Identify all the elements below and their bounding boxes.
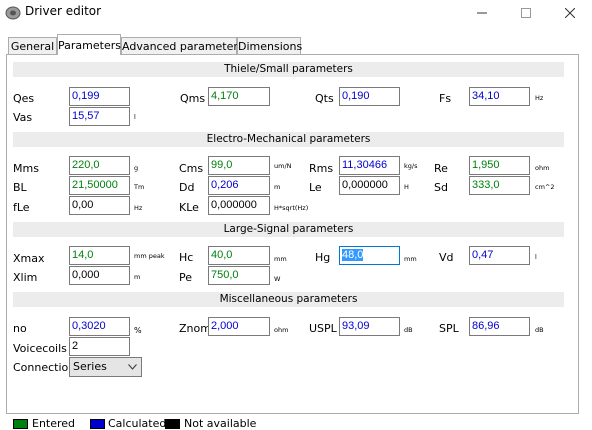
cms-label: Cms bbox=[179, 162, 204, 175]
dd-unit: m bbox=[274, 183, 281, 191]
fs-label: Fs bbox=[439, 92, 452, 105]
close-icon bbox=[565, 8, 575, 18]
vas-label: Vas bbox=[13, 111, 33, 124]
pe-label: Pe bbox=[179, 271, 193, 284]
minimize-icon bbox=[477, 12, 487, 14]
speaker-icon bbox=[5, 5, 21, 20]
voicecoils-field[interactable]: 2 bbox=[69, 337, 130, 356]
znom-unit: ohm bbox=[274, 326, 289, 334]
rms-field[interactable]: 11,30466 bbox=[339, 156, 400, 175]
fs-field[interactable]: 34,10 bbox=[469, 87, 530, 106]
vas-field[interactable]: 15,57 bbox=[69, 107, 130, 126]
sd-field[interactable]: 333,0 bbox=[469, 176, 530, 195]
kle-label: KLe bbox=[179, 201, 199, 214]
fle-unit: Hz bbox=[134, 204, 143, 212]
no-field[interactable]: 0,3020 bbox=[69, 317, 130, 336]
vas-unit: l bbox=[134, 113, 136, 121]
hc-field[interactable]: 40,0 bbox=[208, 246, 270, 265]
sd-unit: cm^2 bbox=[535, 183, 555, 191]
spl-label: SPL bbox=[439, 322, 459, 335]
section-miscellaneous: Miscellaneous parameters bbox=[13, 292, 564, 307]
qes-label: Qes bbox=[13, 92, 35, 105]
qms-label: Qms bbox=[180, 92, 206, 105]
hg-field[interactable]: 48,0 bbox=[339, 246, 400, 265]
cms-field[interactable]: 99,0 bbox=[208, 156, 270, 175]
xmax-unit: mm peak bbox=[134, 252, 165, 260]
qts-label: Qts bbox=[315, 92, 334, 105]
znom-label: Znom bbox=[179, 322, 211, 335]
hc-label: Hc bbox=[179, 251, 194, 264]
connection-select[interactable]: Series bbox=[69, 357, 142, 377]
uspl-label: USPL bbox=[309, 322, 337, 335]
hg-label: Hg bbox=[315, 251, 331, 264]
le-field[interactable]: 0,000000 bbox=[339, 176, 400, 195]
fle-label: fLe bbox=[13, 201, 30, 214]
bl-field[interactable]: 21,50000 bbox=[69, 176, 130, 195]
tab-general[interactable]: General bbox=[8, 37, 57, 54]
dd-label: Dd bbox=[179, 181, 195, 194]
pe-field[interactable]: 750,0 bbox=[208, 266, 270, 285]
xlim-field[interactable]: 0,000 bbox=[69, 266, 130, 285]
fs-unit: Hz bbox=[535, 94, 544, 102]
tab-parameters[interactable]: Parameters bbox=[57, 34, 121, 55]
no-unit: % bbox=[134, 326, 142, 335]
qms-field[interactable]: 4,170 bbox=[208, 87, 270, 106]
close-button[interactable] bbox=[548, 0, 592, 26]
maximize-button[interactable] bbox=[504, 0, 548, 26]
chevron-down-icon bbox=[128, 364, 137, 370]
uspl-unit: dB bbox=[404, 326, 413, 334]
section-electro-mechanical: Electro-Mechanical parameters bbox=[13, 132, 564, 147]
cms-unit: um/N bbox=[274, 162, 292, 170]
znom-field[interactable]: 2,000 bbox=[208, 317, 270, 336]
spl-field[interactable]: 86,96 bbox=[469, 317, 530, 336]
vd-field[interactable]: 0,47 bbox=[469, 246, 530, 265]
spl-unit: dB bbox=[535, 326, 544, 334]
qts-field[interactable]: 0,190 bbox=[339, 87, 400, 106]
re-label: Re bbox=[434, 162, 448, 175]
minimize-button[interactable] bbox=[460, 0, 504, 26]
hc-unit: mm bbox=[274, 255, 287, 263]
le-label: Le bbox=[309, 181, 322, 194]
hg-unit: mm bbox=[404, 255, 417, 263]
tab-advanced-parameters[interactable]: Advanced parameters bbox=[121, 37, 244, 54]
fle-field[interactable]: 0,00 bbox=[69, 196, 130, 215]
section-thiele-small: Thiele/Small parameters bbox=[13, 62, 564, 77]
kle-unit: H*sqrt(Hz) bbox=[274, 204, 309, 212]
xmax-label: Xmax bbox=[13, 252, 45, 265]
sd-label: Sd bbox=[434, 181, 448, 194]
xmax-field[interactable]: 14,0 bbox=[69, 246, 130, 265]
voicecoils-label: Voicecoils bbox=[13, 342, 67, 355]
re-unit: ohm bbox=[535, 164, 550, 172]
qes-field[interactable]: 0,199 bbox=[69, 87, 130, 106]
le-unit: H bbox=[404, 183, 409, 191]
bl-label: BL bbox=[13, 181, 27, 194]
bl-unit: Tm bbox=[134, 183, 145, 191]
no-label: no bbox=[13, 322, 27, 335]
connection-select-value: Series bbox=[73, 360, 107, 373]
mms-label: Mms bbox=[13, 162, 39, 175]
legend-not-available-swatch bbox=[165, 419, 180, 429]
tab-dimensions[interactable]: Dimensions bbox=[237, 37, 302, 54]
vd-unit: l bbox=[535, 253, 537, 261]
vd-label: Vd bbox=[439, 251, 454, 264]
dd-field[interactable]: 0,206 bbox=[208, 176, 270, 195]
maximize-icon bbox=[521, 8, 531, 18]
legend-calculated-swatch bbox=[90, 419, 105, 429]
xlim-label: Xlim bbox=[13, 271, 38, 284]
mms-field[interactable]: 220,0 bbox=[69, 156, 130, 175]
uspl-field[interactable]: 93,09 bbox=[339, 317, 400, 336]
rms-label: Rms bbox=[309, 162, 334, 175]
mms-unit: g bbox=[134, 164, 139, 172]
kle-field[interactable]: 0,000000 bbox=[208, 196, 270, 215]
section-large-signal: Large-Signal parameters bbox=[13, 222, 564, 237]
window-title: Driver editor bbox=[25, 4, 102, 18]
pe-unit: W bbox=[274, 275, 281, 283]
hg-field-selected-text: 48,0 bbox=[342, 249, 364, 261]
connection-label: Connection bbox=[13, 361, 76, 374]
legend-entered-swatch bbox=[13, 419, 28, 429]
re-field[interactable]: 1,950 bbox=[469, 156, 530, 175]
rms-unit: kg/s bbox=[404, 162, 418, 170]
xlim-unit: m bbox=[134, 273, 141, 281]
